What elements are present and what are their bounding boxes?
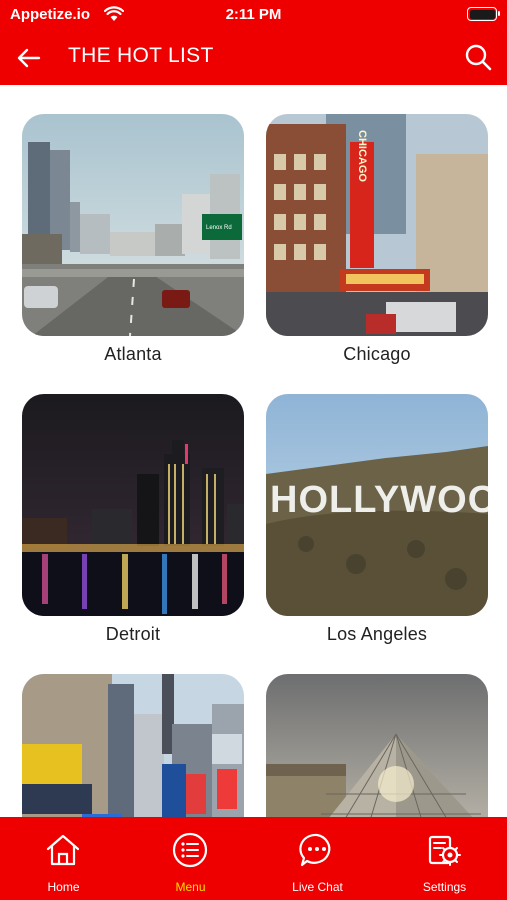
- nav-settings-label: Settings: [422, 880, 467, 894]
- hollywood-sign-text: HOLLYWOOD: [270, 479, 488, 521]
- nav-menu[interactable]: Menu: [127, 817, 254, 900]
- clock: 2:11 PM: [225, 6, 282, 23]
- search-icon[interactable]: [463, 42, 493, 72]
- city-image-los-angeles: HOLLYWOOD: [266, 394, 488, 616]
- status-bar: Appetize.io 2:11 PM: [0, 0, 507, 30]
- city-card-louvre[interactable]: [266, 674, 488, 817]
- nav-menu-label: Menu: [175, 880, 206, 894]
- city-image-chicago: CHICAGO: [266, 114, 488, 336]
- city-image-times-square: [22, 674, 244, 817]
- city-image-atlanta: Lenox Rd: [22, 114, 244, 336]
- chat-bubble-icon: [299, 833, 331, 867]
- nav-live-chat[interactable]: Live Chat: [254, 817, 381, 900]
- battery-icon: [467, 7, 500, 21]
- city-image-louvre: [266, 674, 488, 817]
- nav-live-chat-label: Live Chat: [292, 880, 343, 894]
- city-card-chicago[interactable]: CHICAGO Chicago: [266, 114, 488, 365]
- page-title: THE HOT LIST: [68, 44, 214, 67]
- nav-home-label: Home: [47, 880, 80, 894]
- chicago-sign-text: CHICAGO: [356, 130, 368, 182]
- city-name-los-angeles: Los Angeles: [326, 624, 428, 644]
- city-card-atlanta[interactable]: Lenox Rd Atlanta: [22, 114, 244, 365]
- city-grid: Lenox Rd Atlanta CHICAGO Chicago Detroit…: [0, 85, 507, 817]
- app-header: THE HOT LIST: [0, 30, 507, 85]
- city-card-times-square[interactable]: [22, 674, 244, 817]
- bottom-nav: Home Menu Live Chat Settings: [0, 817, 507, 900]
- city-name-atlanta: Atlanta: [104, 344, 162, 364]
- nav-settings[interactable]: Settings: [381, 817, 507, 900]
- city-card-detroit[interactable]: Detroit: [22, 394, 244, 645]
- city-image-detroit: [22, 394, 244, 616]
- nav-home[interactable]: Home: [0, 817, 127, 900]
- settings-gear-icon: [428, 835, 461, 866]
- home-icon: [46, 834, 80, 866]
- menu-list-icon: [172, 832, 208, 868]
- city-name-chicago: Chicago: [343, 344, 411, 364]
- city-name-detroit: Detroit: [105, 624, 161, 644]
- svg-text:Lenox Rd: Lenox Rd: [206, 225, 232, 231]
- city-card-los-angeles[interactable]: HOLLYWOOD Los Angeles: [266, 394, 488, 645]
- back-arrow-icon[interactable]: [14, 43, 44, 73]
